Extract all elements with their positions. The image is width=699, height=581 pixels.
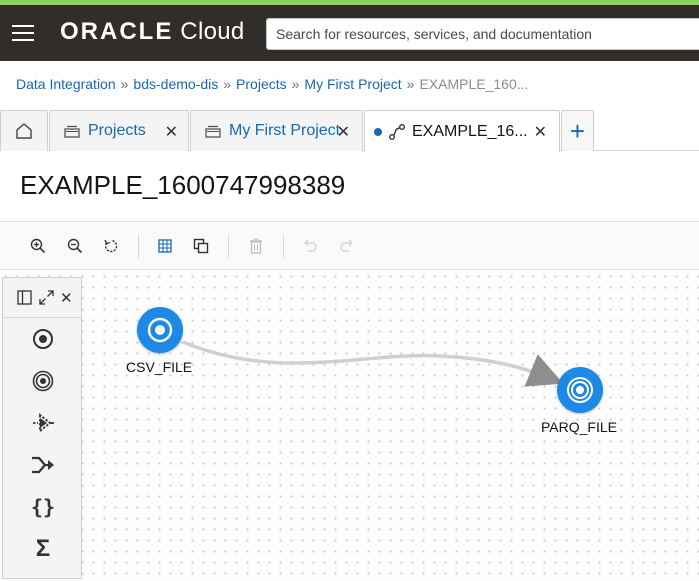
source-icon[interactable] [30, 326, 56, 352]
panel-toggle-icon[interactable] [17, 290, 32, 310]
target-node[interactable] [557, 367, 603, 413]
target-icon[interactable] [30, 368, 56, 394]
expression-icon[interactable]: {} [30, 494, 56, 520]
source-icon [147, 317, 173, 343]
dataflow-edge[interactable] [0, 0, 699, 581]
close-icon[interactable]: ✕ [60, 289, 73, 307]
node-label: CSV_FILE [126, 359, 193, 375]
operator-palette: ✕ {} Σ [2, 277, 82, 579]
join-icon[interactable] [30, 452, 56, 478]
source-node[interactable] [137, 307, 183, 353]
palette-header: ✕ [3, 278, 81, 318]
node-label: PARQ_FILE [541, 419, 617, 435]
target-icon [567, 377, 593, 403]
filter-icon[interactable] [30, 410, 56, 436]
aggregate-icon[interactable]: Σ [30, 535, 56, 562]
expand-icon[interactable] [39, 290, 54, 310]
